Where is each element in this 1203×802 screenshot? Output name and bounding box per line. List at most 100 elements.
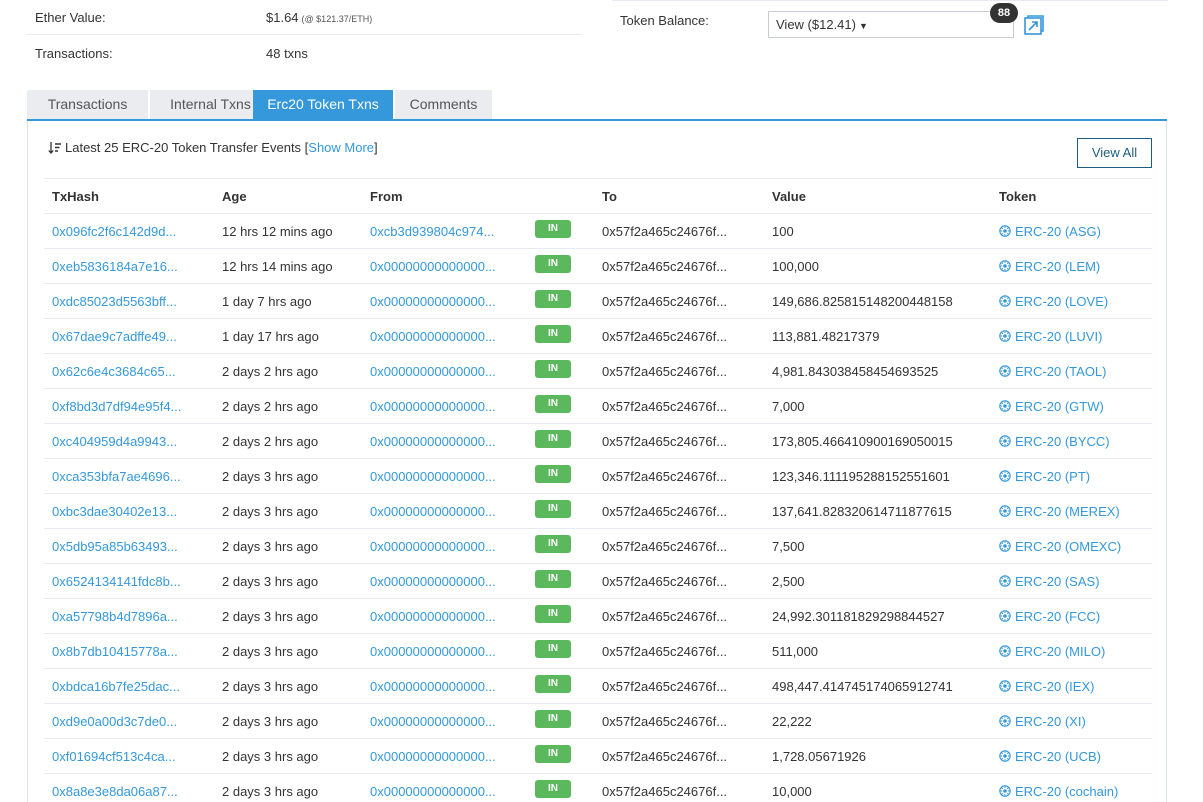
erc20-transfers-panel: Latest 25 ERC-20 Token Transfer Events [… <box>27 121 1167 802</box>
txhash-link[interactable]: 0xbdca16b7fe25dac... <box>44 668 214 704</box>
token-name-link[interactable]: ERC-20 (LOVE) <box>1015 294 1108 309</box>
from-address-link[interactable]: 0x00000000000000... <box>370 469 532 484</box>
value-cell: 24,992.301181829298844527 <box>764 598 991 634</box>
token-name-link[interactable]: ERC-20 (IEX) <box>1015 679 1094 694</box>
to-address: 0x57f2a465c24676f... <box>594 633 764 669</box>
table-row: 0xbdca16b7fe25dac... 2 days 3 hrs ago 0x00… <box>44 668 1152 704</box>
in-badge: IN <box>535 465 571 483</box>
header-txhash: TxHash <box>44 178 214 214</box>
token-name-link[interactable]: ERC-20 (MILO) <box>1015 644 1105 659</box>
table-row: 0xd9e0a00d3c7de0... 2 days 3 hrs ago 0x000… <box>44 703 1152 739</box>
token-cell[interactable]: ERC-20 (LEM) <box>991 248 1152 284</box>
token-name-link[interactable]: ERC-20 (PT) <box>1015 469 1090 484</box>
from-address-link[interactable]: 0x00000000000000... <box>370 784 532 799</box>
txhash-link[interactable]: 0x5db95a85b63493... <box>44 528 214 564</box>
from-address-link[interactable]: 0x00000000000000... <box>370 294 532 309</box>
txhash-link[interactable]: 0xeb5836184a7e16... <box>44 248 214 284</box>
token-name-link[interactable]: ERC-20 (LUVI) <box>1015 329 1102 344</box>
token-balance-value: View ($12.41) <box>776 17 856 32</box>
in-badge: IN <box>535 290 571 308</box>
txhash-link[interactable]: 0xf8bd3d7df94e95f4... <box>44 388 214 424</box>
token-name-link[interactable]: ERC-20 (FCC) <box>1015 609 1100 624</box>
token-cell[interactable]: ERC-20 (GTW) <box>991 388 1152 424</box>
from-address-link[interactable]: 0xcb3d939804c974... <box>370 224 532 239</box>
in-badge: IN <box>535 780 571 798</box>
txhash-link[interactable]: 0x8a8e3e8da06a87... <box>44 773 214 802</box>
token-cell[interactable]: ERC-20 (LUVI) <box>991 318 1152 354</box>
token-cell[interactable]: ERC-20 (LOVE) <box>991 283 1152 319</box>
token-cell[interactable]: ERC-20 (UCB) <box>991 738 1152 774</box>
txhash-link[interactable]: 0xf01694cf513c4ca... <box>44 738 214 774</box>
value-cell: 4,981.843038458454693525 <box>764 353 991 389</box>
token-cell[interactable]: ERC-20 (MILO) <box>991 633 1152 669</box>
age-cell: 2 days 3 hrs ago <box>214 668 362 704</box>
tab-transactions[interactable]: Transactions <box>27 90 148 119</box>
token-cell[interactable]: ERC-20 (ASG) <box>991 213 1152 249</box>
expand-window-icon[interactable] <box>1022 13 1046 37</box>
token-name-link[interactable]: ERC-20 (TAOL) <box>1015 364 1107 379</box>
from-cell: 0x00000000000000... IN <box>362 773 594 802</box>
token-cell[interactable]: ERC-20 (cochain) <box>991 773 1152 802</box>
from-address-link[interactable]: 0x00000000000000... <box>370 679 532 694</box>
token-cell[interactable]: ERC-20 (BYCC) <box>991 423 1152 459</box>
token-balance-dropdown[interactable]: View ($12.41) ▼ <box>768 11 1014 38</box>
token-name-link[interactable]: ERC-20 (OMEXC) <box>1015 539 1121 554</box>
token-cell[interactable]: ERC-20 (PT) <box>991 458 1152 494</box>
txhash-link[interactable]: 0x8b7db10415778a... <box>44 633 214 669</box>
token-cell[interactable]: ERC-20 (FCC) <box>991 598 1152 634</box>
txhash-link[interactable]: 0x62c6e4c3684c65... <box>44 353 214 389</box>
from-address-link[interactable]: 0x00000000000000... <box>370 539 532 554</box>
from-address-link[interactable]: 0x00000000000000... <box>370 329 532 344</box>
value-cell: 149,686.825815148200448158 <box>764 283 991 319</box>
token-name-link[interactable]: ERC-20 (LEM) <box>1015 259 1100 274</box>
txhash-link[interactable]: 0xd9e0a00d3c7de0... <box>44 703 214 739</box>
txhash-link[interactable]: 0xc404959d4a9943... <box>44 423 214 459</box>
token-cell[interactable]: ERC-20 (TAOL) <box>991 353 1152 389</box>
token-name-link[interactable]: ERC-20 (MEREX) <box>1015 504 1120 519</box>
txhash-link[interactable]: 0xbc3dae30402e13... <box>44 493 214 529</box>
table-row: 0xa57798b4d7896a... 2 days 3 hrs ago 0x000… <box>44 598 1152 634</box>
value-cell: 173,805.466410900169050015 <box>764 423 991 459</box>
token-cell[interactable]: ERC-20 (OMEXC) <box>991 528 1152 564</box>
token-name-link[interactable]: ERC-20 (SAS) <box>1015 574 1100 589</box>
from-address-link[interactable]: 0x00000000000000... <box>370 714 532 729</box>
show-more-link[interactable]: Show More <box>308 140 374 155</box>
from-address-link[interactable]: 0x00000000000000... <box>370 749 532 764</box>
age-cell: 2 days 3 hrs ago <box>214 493 362 529</box>
table-row: 0xc404959d4a9943... 2 days 2 hrs ago 0x000… <box>44 423 1152 459</box>
token-name-link[interactable]: ERC-20 (UCB) <box>1015 749 1101 764</box>
txhash-link[interactable]: 0xa57798b4d7896a... <box>44 598 214 634</box>
token-cell[interactable]: ERC-20 (MEREX) <box>991 493 1152 529</box>
from-address-link[interactable]: 0x00000000000000... <box>370 364 532 379</box>
from-address-link[interactable]: 0x00000000000000... <box>370 609 532 624</box>
token-name-link[interactable]: ERC-20 (BYCC) <box>1015 434 1110 449</box>
txhash-link[interactable]: 0x096fc2f6c142d9d... <box>44 213 214 249</box>
from-address-link[interactable]: 0x00000000000000... <box>370 574 532 589</box>
tab-erc20-token-txns[interactable]: Erc20 Token Txns <box>253 90 393 119</box>
token-cell[interactable]: ERC-20 (IEX) <box>991 668 1152 704</box>
value-cell: 10,000 <box>764 773 991 802</box>
age-cell: 2 days 3 hrs ago <box>214 773 362 802</box>
panel-title: Latest 25 ERC-20 Token Transfer Events [… <box>48 140 378 155</box>
tab-comments[interactable]: Comments <box>395 90 492 119</box>
txhash-link[interactable]: 0xca353bfa7ae4696... <box>44 458 214 494</box>
token-name-link[interactable]: ERC-20 (cochain) <box>1015 784 1118 799</box>
txhash-link[interactable]: 0x67dae9c7adffe49... <box>44 318 214 354</box>
from-address-link[interactable]: 0x00000000000000... <box>370 644 532 659</box>
from-address-link[interactable]: 0x00000000000000... <box>370 399 532 414</box>
token-cell[interactable]: ERC-20 (SAS) <box>991 563 1152 599</box>
from-address-link[interactable]: 0x00000000000000... <box>370 504 532 519</box>
to-address: 0x57f2a465c24676f... <box>594 703 764 739</box>
view-all-button[interactable]: View All <box>1077 138 1152 168</box>
token-name-link[interactable]: ERC-20 (GTW) <box>1015 399 1104 414</box>
ethereum-token-icon <box>999 574 1011 587</box>
txhash-link[interactable]: 0x6524134141fdc8b... <box>44 563 214 599</box>
ethereum-token-icon <box>999 259 1011 272</box>
token-name-link[interactable]: ERC-20 (ASG) <box>1015 224 1101 239</box>
from-address-link[interactable]: 0x00000000000000... <box>370 259 532 274</box>
from-address-link[interactable]: 0x00000000000000... <box>370 434 532 449</box>
token-cell[interactable]: ERC-20 (XI) <box>991 703 1152 739</box>
table-row: 0x096fc2f6c142d9d... 12 hrs 12 mins ago 0x… <box>44 213 1152 249</box>
txhash-link[interactable]: 0xdc85023d5563bff... <box>44 283 214 319</box>
token-name-link[interactable]: ERC-20 (XI) <box>1015 714 1086 729</box>
